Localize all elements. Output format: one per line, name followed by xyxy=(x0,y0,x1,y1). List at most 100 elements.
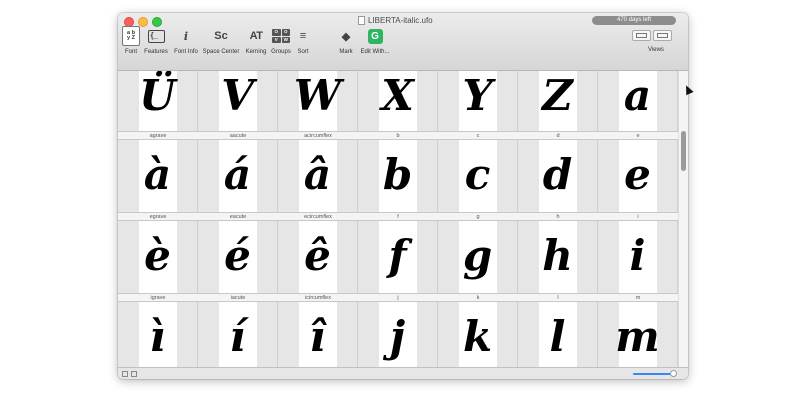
mark-button-label: Mark xyxy=(339,49,353,55)
glyph-cell[interactable]: j xyxy=(358,302,438,367)
glyph-name-label: g xyxy=(476,214,480,220)
glyph-cell[interactable]: a xyxy=(598,71,678,131)
view-toggle-list[interactable] xyxy=(653,30,672,41)
glyph-cell[interactable]: l xyxy=(518,302,598,367)
glyph-name-row: igrave iacute icircumflex j k l m xyxy=(118,293,678,302)
edit-with-button-label: Edit With... xyxy=(360,49,390,55)
edit-with-button[interactable]: G Edit With... xyxy=(358,27,392,67)
glyph-preview: Y xyxy=(462,71,493,121)
space-center-button-label: Space Center xyxy=(202,49,240,55)
minimize-button[interactable] xyxy=(138,17,148,27)
glyph-name-label: c xyxy=(476,133,480,139)
glyph-preview: j xyxy=(389,312,406,362)
glyph-name-row: egrave eacute ecircumflex f g h i xyxy=(118,212,678,221)
glyph-cell[interactable]: b xyxy=(358,140,438,212)
glyph-name-label: i xyxy=(637,214,639,220)
sort-icon: ≡ xyxy=(299,30,307,42)
glyph-name-label: d xyxy=(556,133,560,139)
groups-button[interactable]: O O V W Groups xyxy=(269,27,293,67)
glyph-preview: e xyxy=(624,150,651,200)
window-title-text: LIBERTA-italic.ufo xyxy=(368,16,433,25)
glyph-cell[interactable]: î xyxy=(278,302,358,367)
glyph-cell[interactable]: í xyxy=(198,302,278,367)
glyph-cell[interactable]: Y xyxy=(438,71,518,131)
glyph-name-label: f xyxy=(397,214,399,220)
glyph-name-label: iacute xyxy=(230,295,246,301)
cell-size-slider-knob[interactable] xyxy=(670,370,677,377)
glyph-cell[interactable]: â xyxy=(278,140,358,212)
glyph-preview: á xyxy=(223,150,252,200)
glyph-name-label: icircumflex xyxy=(305,295,331,301)
glyph-cell[interactable]: Z xyxy=(518,71,598,131)
paint-bucket-icon: ◆ xyxy=(341,30,351,43)
mark-button[interactable]: ◆ Mark xyxy=(336,27,356,67)
glyph-cell[interactable]: i xyxy=(598,221,678,293)
glyph-cell[interactable]: ì xyxy=(118,302,198,367)
glyph-preview: é xyxy=(224,231,251,281)
glyph-cell[interactable]: k xyxy=(438,302,518,367)
vertical-scrollbar[interactable] xyxy=(678,71,688,367)
glyph-preview: f xyxy=(388,231,407,281)
glyph-cell[interactable]: c xyxy=(438,140,518,212)
font-info-button[interactable]: i Font Info xyxy=(172,27,200,67)
app-window: LIBERTA-italic.ufo 470 days left a b y Z… xyxy=(118,13,688,379)
status-bar xyxy=(118,367,688,379)
glyph-cell[interactable]: m xyxy=(598,302,678,367)
glyph-cell[interactable]: V xyxy=(198,71,278,131)
features-button[interactable]: {_ Features xyxy=(143,27,169,67)
glyph-preview: î xyxy=(309,312,326,362)
glyph-cell[interactable]: e xyxy=(598,140,678,212)
glyph-name-row: agrave aacute acircumflex b c d e xyxy=(118,131,678,140)
glyph-preview: í xyxy=(229,312,246,362)
glyph-name-label: egrave xyxy=(149,214,167,220)
scrollbar-thumb[interactable] xyxy=(681,131,686,171)
glyph-name-label: acircumflex xyxy=(304,133,332,139)
glyph-cell[interactable]: d xyxy=(518,140,598,212)
glyph-name-label: aacute xyxy=(229,133,247,139)
glyph-cell[interactable]: f xyxy=(358,221,438,293)
trial-days-badge: 470 days left xyxy=(592,16,676,25)
glyph-preview: h xyxy=(542,231,573,281)
info-icon: i xyxy=(183,29,189,43)
groups-icon: O O V W xyxy=(272,29,290,43)
title-bar: LIBERTA-italic.ufo 470 days left a b y Z… xyxy=(118,13,688,71)
kerning-button[interactable]: AT Kerning xyxy=(243,27,269,67)
glyph-preview: l xyxy=(549,312,566,362)
glyph-name-label: h xyxy=(556,214,560,220)
glyph-preview: c xyxy=(464,150,491,200)
glyph-preview: i xyxy=(629,231,646,281)
glyph-preview: a xyxy=(623,71,652,121)
glyph-preview: Z xyxy=(542,71,573,121)
glyph-cell[interactable]: ê xyxy=(278,221,358,293)
glyph-name-label: l xyxy=(557,295,559,301)
glyph-cell[interactable]: W xyxy=(278,71,358,131)
glyph-cell[interactable]: Ü xyxy=(118,71,198,131)
glyph-name-label: e xyxy=(636,133,640,139)
glyph-preview: ì xyxy=(149,312,166,362)
zoom-button[interactable] xyxy=(152,17,162,27)
font-button[interactable]: a b y Z Font xyxy=(120,26,142,67)
document-icon xyxy=(358,16,365,25)
glyph-cell[interactable]: à xyxy=(118,140,198,212)
glyph-preview: è xyxy=(144,231,171,281)
glyph-preview: à xyxy=(143,150,172,200)
grid-view-icon[interactable] xyxy=(122,371,128,377)
glyph-cell[interactable]: è xyxy=(118,221,198,293)
glyph-name-label: igrave xyxy=(150,295,166,301)
glyph-cell[interactable]: g xyxy=(438,221,518,293)
glyph-preview: V xyxy=(221,71,254,121)
features-button-label: Features xyxy=(144,49,168,55)
glyph-cell[interactable]: h xyxy=(518,221,598,293)
glyph-cell[interactable]: á xyxy=(198,140,278,212)
glyph-cell[interactable]: é xyxy=(198,221,278,293)
font-button-label: Font xyxy=(124,49,137,55)
cell-size-slider[interactable] xyxy=(633,373,673,375)
font-info-button-label: Font Info xyxy=(174,49,198,55)
glyph-preview: d xyxy=(542,150,573,200)
glyph-cell[interactable]: X xyxy=(358,71,438,131)
glyph-name-label: m xyxy=(635,295,641,301)
list-view-icon[interactable] xyxy=(131,371,137,377)
sort-button[interactable]: ≡ Sort xyxy=(293,27,313,67)
view-toggle-grid[interactable] xyxy=(632,30,651,41)
space-center-button[interactable]: Sc Space Center xyxy=(202,27,240,67)
